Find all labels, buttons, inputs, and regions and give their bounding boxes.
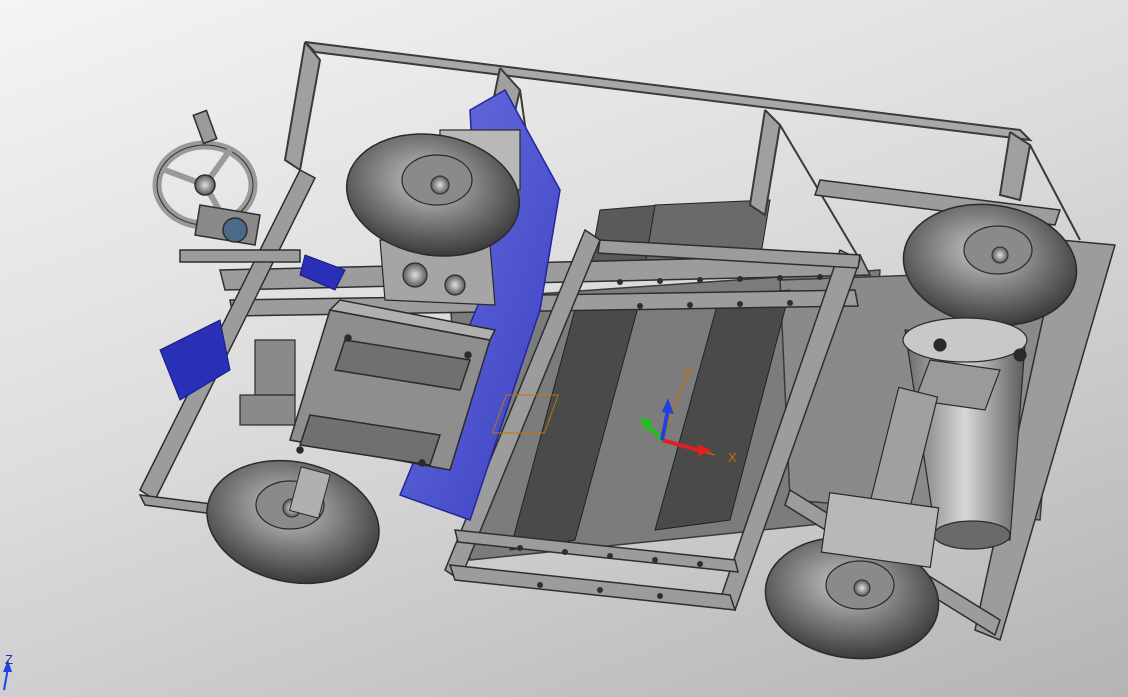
triad-x-label: X [728,450,737,465]
triad-y-label: Y [684,366,693,381]
corner-z-label: Z [5,652,13,667]
corner-axis-indicator: Z [3,652,13,691]
cad-viewport[interactable]: X Y Z [0,0,1128,697]
wheel-front-right [206,459,380,585]
cad-model-canvas[interactable]: X Y Z [0,0,1128,697]
steering-wheel [152,109,261,246]
